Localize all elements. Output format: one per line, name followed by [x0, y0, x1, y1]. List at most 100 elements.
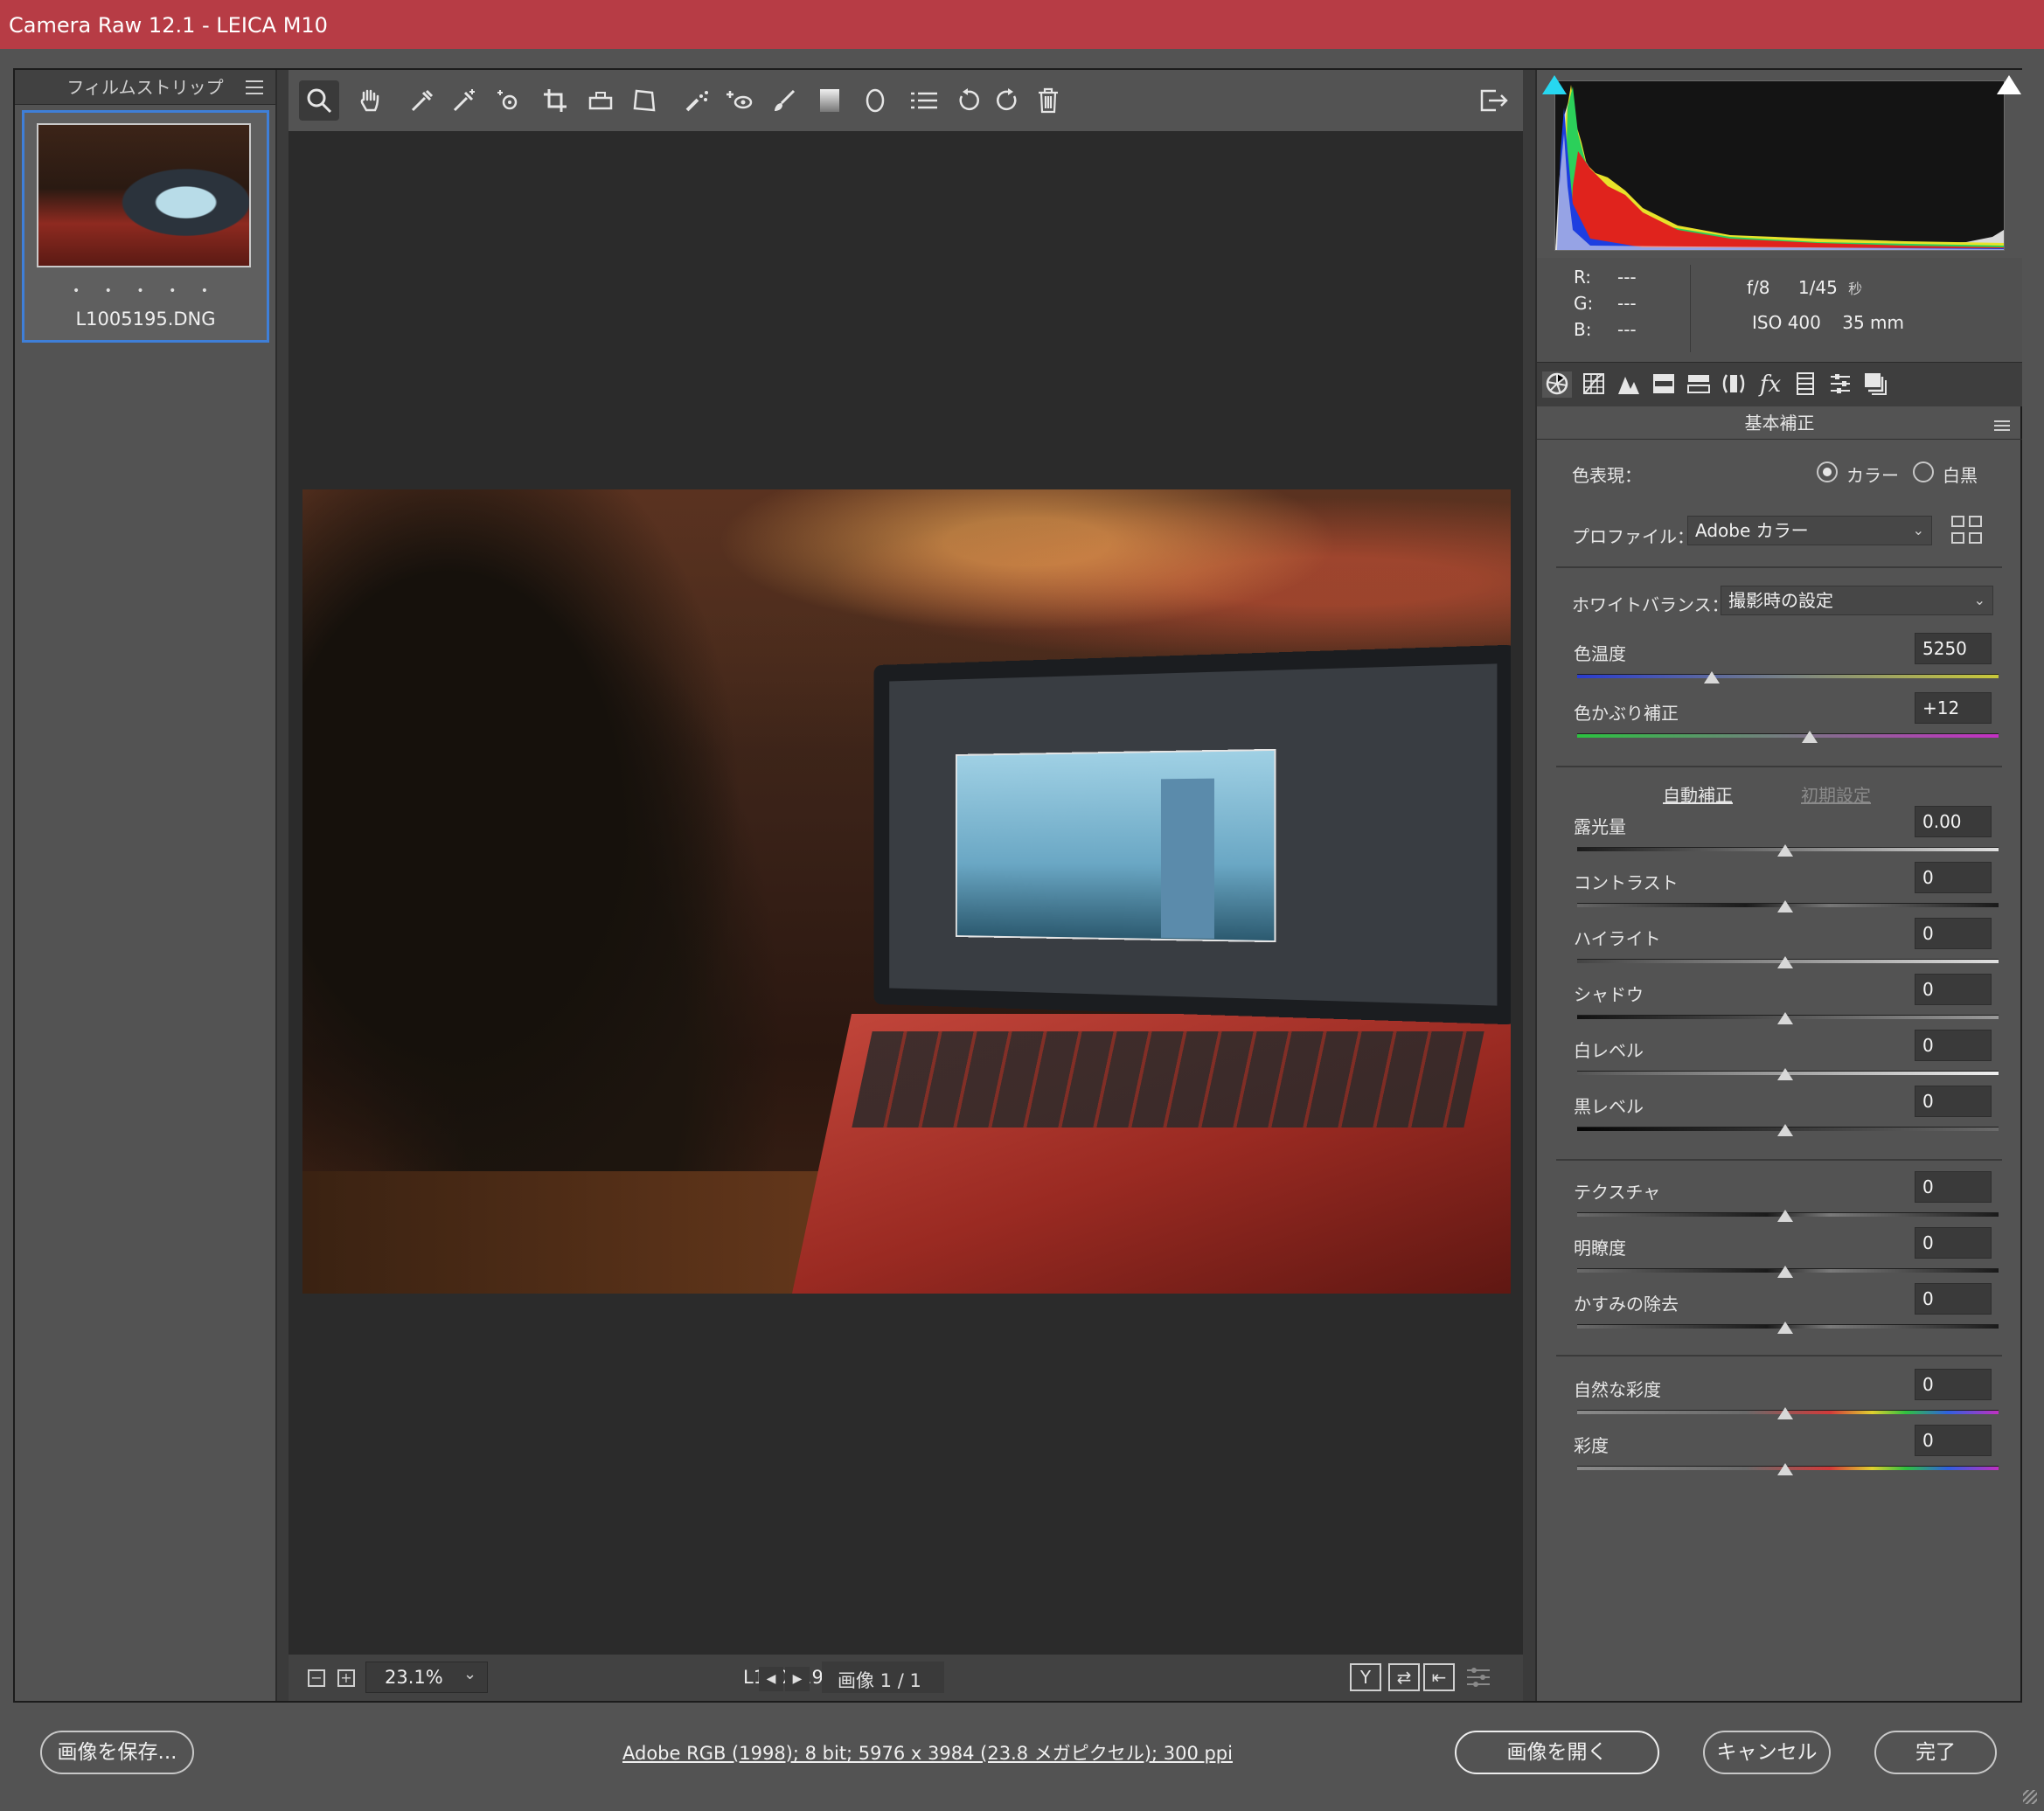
- color-sampler-icon[interactable]: [444, 80, 484, 121]
- preview-photo[interactable]: [302, 489, 1511, 1294]
- trash-icon[interactable]: [1028, 80, 1068, 121]
- highlight-clipping-warning-icon[interactable]: [1997, 75, 2021, 94]
- lens-corrections-tab-icon[interactable]: [1719, 371, 1749, 398]
- tint-slider-thumb[interactable]: [1802, 731, 1818, 743]
- temperature-label: 色温度: [1574, 643, 1626, 664]
- temperature-slider-track[interactable]: [1577, 674, 1999, 678]
- highlights-field[interactable]: 0: [1915, 918, 1992, 949]
- workflow-options-link[interactable]: Adobe RGB (1998); 8 bit; 5976 x 3984 (23…: [622, 1739, 1233, 1766]
- graduated-filter-icon[interactable]: [810, 80, 850, 121]
- contrast-slider-thumb[interactable]: [1777, 900, 1793, 912]
- shadows-field[interactable]: 0: [1915, 974, 1992, 1005]
- basic-panel-tab-icon[interactable]: [1542, 371, 1572, 398]
- blacks-slider-thumb[interactable]: [1777, 1124, 1793, 1136]
- shadows-slider-thumb[interactable]: [1777, 1012, 1793, 1024]
- crop-icon[interactable]: [535, 80, 575, 121]
- bw-radio-label[interactable]: 白黒: [1943, 461, 1978, 487]
- save-image-button[interactable]: 画像を保存...: [40, 1731, 194, 1774]
- white-balance-icon[interactable]: [402, 80, 442, 121]
- contrast-field[interactable]: 0: [1915, 862, 1992, 893]
- thumbnail-image[interactable]: [37, 123, 251, 267]
- clarity-slider-thumb[interactable]: [1777, 1266, 1793, 1278]
- bw-radio[interactable]: [1913, 461, 1934, 482]
- vibrance-field[interactable]: 0: [1915, 1369, 1992, 1400]
- whites-field[interactable]: 0: [1915, 1030, 1992, 1061]
- temperature-slider-thumb[interactable]: [1704, 671, 1720, 683]
- copy-settings-button[interactable]: ⇤: [1423, 1663, 1455, 1691]
- blacks-field[interactable]: 0: [1915, 1086, 1992, 1117]
- zoom-in-button[interactable]: +: [337, 1669, 355, 1687]
- color-radio-label[interactable]: カラー: [1846, 461, 1899, 487]
- straighten-icon[interactable]: [581, 80, 621, 121]
- white-balance-select[interactable]: 撮影時の設定 ⌄: [1721, 586, 1993, 615]
- shadow-clipping-warning-icon[interactable]: [1542, 75, 1567, 94]
- dehaze-field[interactable]: 0: [1915, 1283, 1992, 1315]
- cancel-button[interactable]: キャンセル: [1703, 1731, 1831, 1774]
- next-image-button[interactable]: ▶: [785, 1667, 810, 1691]
- texture-field[interactable]: 0: [1915, 1171, 1992, 1203]
- before-after-view-button[interactable]: Y: [1350, 1663, 1381, 1691]
- resize-grip-icon[interactable]: [2023, 1790, 2037, 1804]
- export-icon[interactable]: [1474, 80, 1514, 121]
- tint-label: 色かぶり補正: [1574, 703, 1679, 724]
- saturation-field[interactable]: 0: [1915, 1425, 1992, 1456]
- tone-curve-tab-icon[interactable]: [1579, 371, 1609, 398]
- hand-icon[interactable]: [350, 80, 390, 121]
- camera-calibration-tab-icon[interactable]: [1790, 371, 1820, 398]
- tint-slider-track[interactable]: [1577, 733, 1999, 738]
- filmstrip-thumbnail[interactable]: • • • • • L1005195.DNG: [22, 110, 269, 343]
- presets-list-icon[interactable]: [904, 80, 944, 121]
- done-button[interactable]: 完了: [1874, 1731, 1997, 1774]
- vibrance-slider-thumb[interactable]: [1777, 1407, 1793, 1419]
- histogram-graph: [1554, 80, 2005, 251]
- snapshots-tab-icon[interactable]: [1860, 371, 1890, 398]
- action-bar: 画像を保存... Adobe RGB (1998); 8 bit; 5976 x…: [0, 1703, 2044, 1811]
- texture-slider-thumb[interactable]: [1777, 1210, 1793, 1222]
- clarity-field[interactable]: 0: [1915, 1227, 1992, 1259]
- exposure-field[interactable]: 0.00: [1915, 806, 1992, 837]
- zoom-out-button[interactable]: −: [308, 1669, 325, 1687]
- white-balance-label: ホワイトバランス：: [1572, 594, 1729, 615]
- saturation-slider-thumb[interactable]: [1777, 1463, 1793, 1475]
- tint-field[interactable]: +12: [1915, 692, 1992, 724]
- transform-icon[interactable]: [624, 80, 664, 121]
- open-image-button[interactable]: 画像を開く: [1455, 1731, 1659, 1774]
- color-radio[interactable]: [1817, 461, 1838, 482]
- profile-browser-grid-icon[interactable]: [1951, 516, 1985, 545]
- targeted-adjustment-icon[interactable]: [488, 80, 528, 121]
- auto-link[interactable]: 自動補正: [1663, 781, 1733, 807]
- filmstrip-menu-icon[interactable]: [246, 80, 263, 94]
- shadows-label: シャドウ: [1574, 984, 1644, 1005]
- clarity-label: 明瞭度: [1574, 1238, 1626, 1259]
- effects-tab-icon[interactable]: fx: [1755, 371, 1785, 398]
- panel-menu-icon[interactable]: [1994, 420, 2010, 431]
- detail-tab-icon[interactable]: [1614, 371, 1644, 398]
- dehaze-slider-thumb[interactable]: [1777, 1322, 1793, 1334]
- split-toning-tab-icon[interactable]: [1684, 371, 1714, 398]
- profile-select[interactable]: Adobe カラー ⌄: [1687, 516, 1932, 545]
- preview-canvas[interactable]: [289, 131, 1523, 1654]
- preview-preferences-icon[interactable]: [1465, 1667, 1491, 1688]
- contrast-label: コントラスト: [1574, 872, 1679, 893]
- rotate-left-icon[interactable]: [948, 80, 988, 121]
- zoom-icon[interactable]: [299, 80, 339, 121]
- spot-removal-icon[interactable]: [677, 80, 717, 121]
- whites-slider-thumb[interactable]: [1777, 1068, 1793, 1080]
- white-balance-value: 撮影時の設定: [1728, 590, 1833, 611]
- hsl-tab-icon[interactable]: [1649, 371, 1679, 398]
- rotate-right-icon[interactable]: [988, 80, 1028, 121]
- default-link[interactable]: 初期設定: [1801, 781, 1871, 807]
- exif-shutter: 1/45: [1797, 277, 1838, 298]
- divider: [1556, 566, 2002, 568]
- rating-dots[interactable]: • • • • •: [24, 284, 267, 298]
- presets-tab-icon[interactable]: [1825, 371, 1855, 398]
- chevron-down-icon[interactable]: ⌄: [463, 1665, 476, 1683]
- temperature-field[interactable]: 5250: [1915, 633, 1992, 664]
- swap-settings-button[interactable]: ⇄: [1388, 1663, 1420, 1691]
- adjustment-brush-icon[interactable]: [764, 80, 804, 121]
- highlights-slider-thumb[interactable]: [1777, 956, 1793, 968]
- red-eye-icon[interactable]: [719, 80, 759, 121]
- previous-image-button[interactable]: ◀: [759, 1667, 783, 1691]
- exposure-slider-thumb[interactable]: [1777, 844, 1793, 857]
- radial-filter-icon[interactable]: [855, 80, 895, 121]
